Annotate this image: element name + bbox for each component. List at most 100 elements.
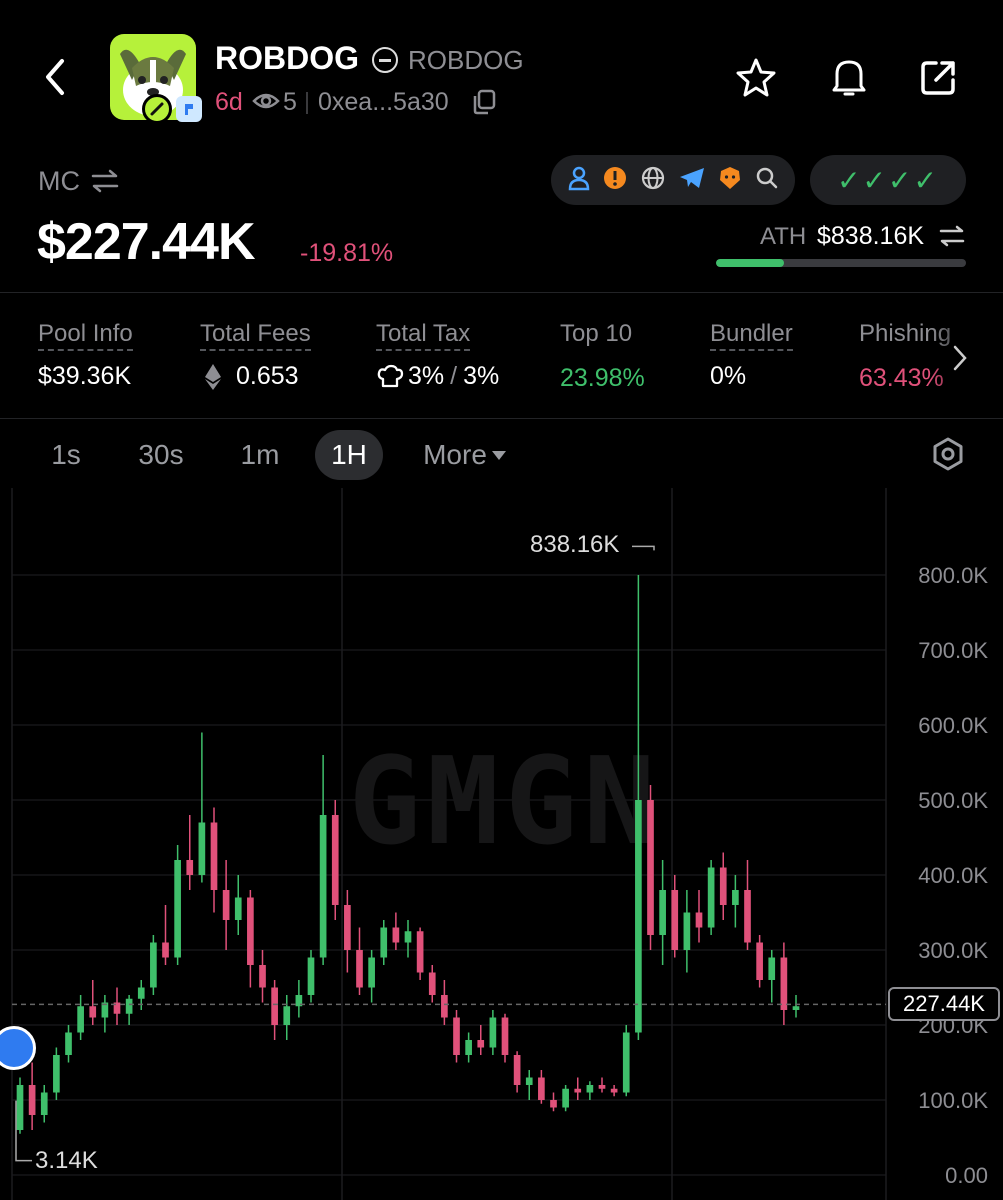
- candle: [489, 1017, 497, 1048]
- candle: [380, 927, 388, 958]
- y-tick: 400.0K: [918, 863, 988, 888]
- stat-bundler[interactable]: Bundler 0%: [710, 320, 793, 391]
- candle: [150, 942, 157, 988]
- ath-swap-icon[interactable]: [936, 222, 968, 250]
- candle: [392, 927, 400, 943]
- candle: [416, 931, 424, 973]
- tf-more[interactable]: More: [410, 430, 520, 480]
- chef-hat-icon: [377, 364, 404, 387]
- candle: [174, 860, 181, 958]
- tf-more-label: More: [423, 439, 487, 470]
- search-icon[interactable]: [755, 166, 779, 195]
- candle: [247, 897, 254, 965]
- candle: [162, 942, 169, 958]
- candle: [695, 912, 703, 928]
- candle: [719, 867, 727, 905]
- candle: [186, 860, 194, 875]
- candle: [707, 867, 715, 928]
- candle: [40, 1092, 48, 1115]
- share-button[interactable]: [912, 52, 964, 104]
- stat-pool-info[interactable]: Pool Info $39.36K: [38, 320, 133, 391]
- candle: [477, 1040, 485, 1048]
- ath-value: $838.16K: [817, 222, 925, 250]
- favorite-button[interactable]: [730, 52, 782, 104]
- y-tick: 100.0K: [918, 1088, 988, 1113]
- stat-total-tax[interactable]: Total Tax 3% / 3%: [376, 320, 499, 391]
- stats-scroll-right-button[interactable]: [945, 340, 975, 376]
- candle: [28, 1085, 36, 1115]
- tf-1h[interactable]: 1H: [315, 430, 383, 480]
- candle: [283, 1006, 291, 1025]
- watchers-count: 5: [283, 88, 297, 116]
- eye-icon: [252, 90, 280, 117]
- chart-settings-button[interactable]: [926, 432, 970, 476]
- chart-area[interactable]: GMGN 800.0K 700.0K 600.0K 500.0K 400.0K …: [0, 488, 1003, 1200]
- stat-total-fees-label: Total Fees: [200, 320, 311, 351]
- stat-top-10[interactable]: Top 10 23.98%: [560, 320, 645, 393]
- candle: [465, 1040, 472, 1055]
- candle: [562, 1088, 569, 1108]
- candle: [622, 1032, 630, 1093]
- candle: [319, 815, 327, 958]
- candle: [610, 1088, 618, 1093]
- candle: [65, 1032, 72, 1055]
- candle: [647, 800, 654, 935]
- current-price-label: 227.44K: [888, 987, 1000, 1022]
- minus-badge-icon: [372, 47, 398, 73]
- y-tick: 500.0K: [918, 788, 988, 813]
- stat-bundler-value: 0%: [710, 362, 747, 390]
- mc-swap-icon[interactable]: [88, 166, 122, 196]
- candle: [732, 890, 739, 905]
- candle: [574, 1088, 582, 1093]
- high-leader-line: [632, 545, 655, 551]
- alert-button[interactable]: [823, 52, 875, 104]
- candlestick-chart[interactable]: GMGN: [0, 488, 1003, 1200]
- pump-badge-icon: [142, 94, 172, 124]
- mc-label: MC: [38, 166, 80, 196]
- globe-icon[interactable]: [640, 165, 666, 196]
- copy-icon[interactable]: [468, 86, 500, 118]
- warning-icon[interactable]: [602, 165, 628, 196]
- tf-1s[interactable]: 1s: [38, 430, 94, 480]
- candle: [598, 1085, 606, 1089]
- telegram-icon[interactable]: [678, 166, 706, 195]
- candle: [234, 897, 242, 920]
- tf-1m[interactable]: 1m: [230, 430, 290, 480]
- mc-value: $227.44K: [37, 213, 256, 271]
- stat-tax-buy: 3%: [408, 362, 445, 390]
- watermark: GMGN: [349, 733, 662, 872]
- stat-top-10-label: Top 10: [560, 320, 633, 347]
- y-tick: 0.00: [945, 1163, 988, 1188]
- contract-address: 0xea...5a30: [318, 88, 449, 116]
- candle: [16, 1085, 24, 1130]
- y-tick: 800.0K: [918, 563, 988, 588]
- tf-30s[interactable]: 30s: [125, 430, 197, 480]
- stat-bundler-label: Bundler: [710, 320, 793, 351]
- candle: [525, 1077, 533, 1085]
- candle: [404, 931, 412, 943]
- low-price-label: 3.14K: [35, 1146, 98, 1174]
- social-links-pill: [551, 155, 795, 205]
- audit-checks-pill[interactable]: ✓✓✓✓: [810, 155, 966, 205]
- candle: [344, 905, 351, 950]
- candle: [77, 1006, 84, 1033]
- candle: [125, 998, 133, 1014]
- lion-icon[interactable]: [717, 165, 743, 196]
- candle: [501, 1017, 509, 1055]
- user-icon[interactable]: [567, 165, 591, 196]
- y-tick: 700.0K: [918, 638, 988, 663]
- candle: [768, 957, 776, 980]
- back-button[interactable]: [30, 52, 80, 102]
- y-tick: 300.0K: [918, 938, 988, 963]
- ath-progress-bar: [716, 259, 966, 267]
- star-icon: [736, 58, 776, 97]
- candle: [453, 1017, 460, 1055]
- ethereum-icon: [205, 363, 221, 390]
- candle: [307, 957, 315, 995]
- stat-total-fees[interactable]: Total Fees 0.653: [200, 320, 311, 391]
- ath-label: ATH: [760, 223, 807, 250]
- candle: [137, 987, 145, 999]
- candle: [513, 1055, 521, 1085]
- ath-progress-fill: [716, 259, 784, 267]
- candle: [259, 965, 266, 988]
